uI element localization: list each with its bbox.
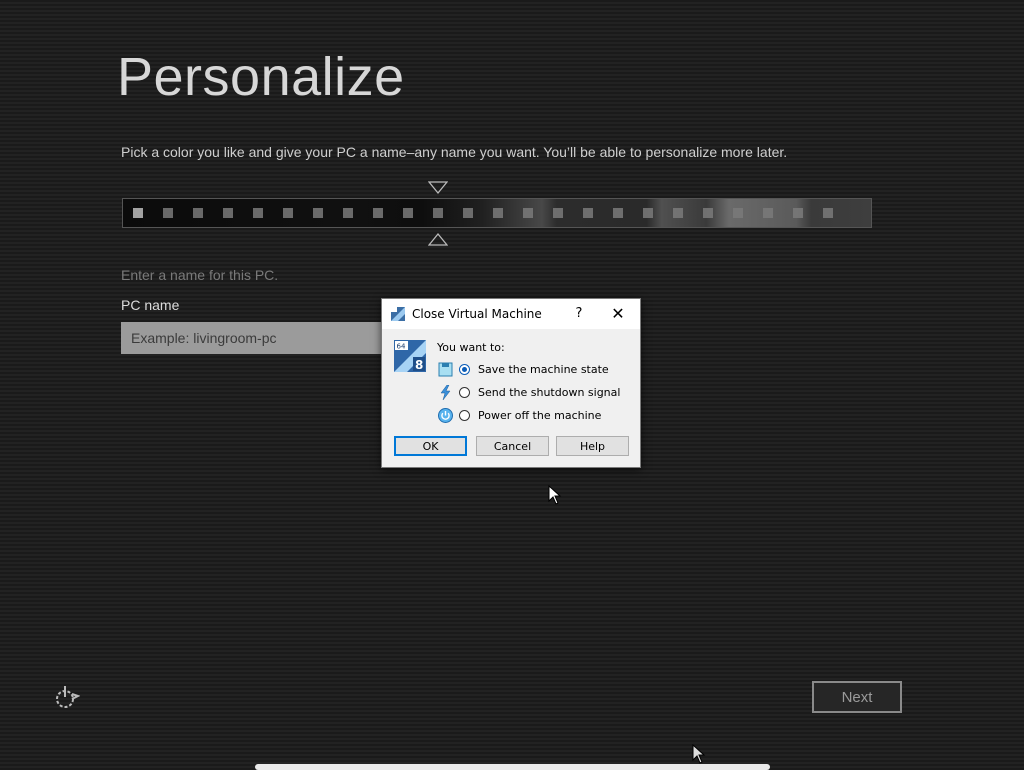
color-swatch bbox=[763, 208, 773, 218]
color-swatch bbox=[403, 208, 413, 218]
taskbar-strip bbox=[255, 764, 770, 770]
color-swatch bbox=[823, 208, 833, 218]
color-swatch bbox=[223, 208, 233, 218]
option-label: Save the machine state bbox=[478, 362, 609, 376]
option-save-state[interactable]: Save the machine state bbox=[438, 360, 609, 378]
slider-handle-top-icon[interactable] bbox=[428, 181, 448, 195]
page-subtitle: Pick a color you like and give your PC a… bbox=[121, 144, 788, 160]
radio-shutdown-signal[interactable] bbox=[459, 386, 470, 398]
color-swatch bbox=[643, 208, 653, 218]
help-button[interactable]: Help bbox=[556, 436, 629, 456]
option-label: Power off the machine bbox=[478, 408, 602, 422]
color-swatch bbox=[583, 208, 593, 218]
color-swatch bbox=[433, 208, 443, 218]
radio-power-off[interactable] bbox=[459, 409, 470, 421]
color-swatch bbox=[793, 208, 803, 218]
mouse-cursor-icon bbox=[548, 485, 562, 505]
option-label: Send the shutdown signal bbox=[478, 385, 621, 399]
shutdown-signal-icon bbox=[440, 384, 451, 400]
ok-button[interactable]: OK bbox=[394, 436, 467, 456]
color-swatch bbox=[313, 208, 323, 218]
radio-save-state[interactable] bbox=[459, 363, 470, 375]
color-swatch bbox=[463, 208, 473, 218]
virtualbox-app-icon bbox=[391, 307, 405, 321]
close-icon[interactable]: ✕ bbox=[606, 304, 630, 324]
color-swatch bbox=[193, 208, 203, 218]
name-hint: Enter a name for this PC. bbox=[121, 267, 279, 283]
vm-windows8-64-icon: 64 8 bbox=[394, 340, 426, 372]
cancel-button[interactable]: Cancel bbox=[476, 436, 549, 456]
color-swatch bbox=[133, 208, 143, 218]
pc-name-label: PC name bbox=[121, 297, 180, 313]
page-title: Personalize bbox=[117, 47, 405, 107]
color-swatch bbox=[283, 208, 293, 218]
color-swatch bbox=[703, 208, 713, 218]
color-swatch bbox=[613, 208, 623, 218]
color-swatch bbox=[523, 208, 533, 218]
ease-of-access-icon[interactable] bbox=[52, 684, 80, 710]
dialog-prompt: You want to: bbox=[437, 341, 505, 354]
close-vm-dialog: Close Virtual Machine ? ✕ 64 8 You want … bbox=[381, 298, 641, 468]
option-power-off[interactable]: Power off the machine bbox=[438, 406, 601, 424]
color-swatch bbox=[163, 208, 173, 218]
option-shutdown-signal[interactable]: Send the shutdown signal bbox=[438, 383, 620, 401]
mouse-cursor-icon bbox=[692, 744, 706, 764]
color-swatch bbox=[673, 208, 683, 218]
dialog-title: Close Virtual Machine bbox=[412, 307, 542, 321]
pc-name-input[interactable] bbox=[121, 322, 383, 354]
color-swatch bbox=[343, 208, 353, 218]
color-slider[interactable] bbox=[122, 198, 872, 228]
dialog-titlebar[interactable]: Close Virtual Machine ? ✕ bbox=[382, 299, 640, 329]
svg-text:8: 8 bbox=[415, 358, 423, 372]
color-swatch bbox=[253, 208, 263, 218]
color-swatch bbox=[493, 208, 503, 218]
slider-handle-bottom-icon[interactable] bbox=[428, 232, 448, 246]
help-icon[interactable]: ? bbox=[568, 304, 590, 324]
power-off-icon bbox=[438, 407, 453, 423]
save-state-icon bbox=[438, 362, 453, 376]
color-swatch bbox=[733, 208, 743, 218]
svg-text:64: 64 bbox=[397, 343, 406, 351]
color-swatch bbox=[373, 208, 383, 218]
color-swatch bbox=[553, 208, 563, 218]
next-button[interactable]: Next bbox=[812, 681, 902, 713]
